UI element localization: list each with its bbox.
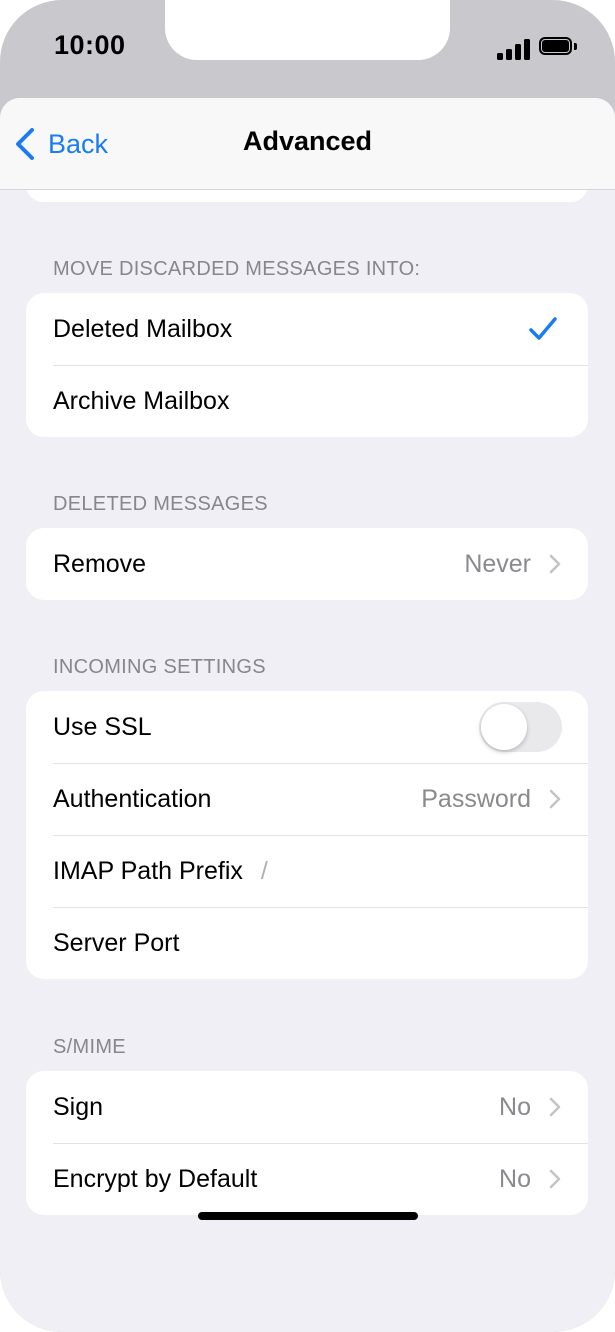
remove-row[interactable]: Remove Never — [26, 528, 588, 600]
checkmark-icon — [529, 317, 557, 340]
home-indicator[interactable] — [198, 1212, 418, 1220]
imap-path-prefix-value[interactable]: / — [261, 857, 268, 885]
server-port-field[interactable]: Server Port — [53, 929, 197, 958]
encrypt-by-default-label: Encrypt by Default — [53, 1164, 258, 1193]
deleted-mailbox-label: Deleted Mailbox — [53, 314, 233, 343]
deleted-mailbox-option[interactable]: Deleted Mailbox — [26, 293, 588, 365]
archive-mailbox-option[interactable]: Archive Mailbox — [26, 365, 588, 437]
sign-value: No — [499, 1092, 531, 1121]
discard-destination-card: Deleted Mailbox Archive Mailbox — [26, 293, 588, 437]
server-port-label: Server Port — [53, 928, 180, 957]
chevron-right-icon — [549, 789, 561, 809]
use-ssl-toggle[interactable] — [479, 702, 562, 752]
imap-path-prefix-label: IMAP Path Prefix — [53, 856, 243, 885]
imap-path-prefix-field[interactable]: IMAP Path Prefix / — [53, 857, 268, 886]
encrypt-by-default-row[interactable]: Encrypt by Default No — [26, 1143, 588, 1215]
phone-frame: 10:00 Back Advanced MOVE DISCARDED MESSA… — [0, 0, 615, 1332]
page-title: Advanced — [242, 126, 373, 156]
authentication-row[interactable]: Authentication Password — [26, 763, 588, 835]
incoming-settings-card: Use SSL Authentication Password IMAP Pat… — [26, 691, 588, 979]
remove-value: Never — [464, 549, 531, 578]
smime-card: Sign No Encrypt by Default No — [26, 1071, 588, 1215]
authentication-label: Authentication — [53, 784, 212, 813]
chevron-right-icon — [549, 1169, 561, 1189]
status-time: 10:00 — [54, 30, 126, 60]
imap-path-prefix-row[interactable]: IMAP Path Prefix / — [26, 835, 588, 907]
archive-mailbox-label: Archive Mailbox — [53, 386, 230, 415]
battery-icon — [539, 37, 577, 57]
section-header-discard: MOVE DISCARDED MESSAGES INTO: — [53, 258, 421, 280]
chevron-right-icon — [549, 554, 561, 574]
remove-label: Remove — [53, 549, 147, 578]
cellular-signal-icon — [497, 38, 531, 60]
toggle-knob — [481, 704, 527, 750]
authentication-value: Password — [421, 784, 531, 813]
notch — [165, 0, 450, 60]
navigation-bar: Back Advanced — [0, 98, 615, 190]
chevron-right-icon — [549, 1097, 561, 1117]
section-header-incoming: INCOMING SETTINGS — [53, 656, 266, 678]
settings-screen: Back Advanced MOVE DISCARDED MESSAGES IN… — [0, 98, 615, 1332]
sign-row[interactable]: Sign No — [26, 1071, 588, 1143]
use-ssl-label: Use SSL — [53, 712, 152, 741]
deleted-messages-card: Remove Never — [26, 528, 588, 600]
sign-label: Sign — [53, 1092, 104, 1121]
encrypt-by-default-value: No — [499, 1164, 531, 1193]
use-ssl-row: Use SSL — [26, 691, 588, 763]
section-header-smime: S/MIME — [53, 1036, 126, 1058]
section-header-deleted: DELETED MESSAGES — [53, 493, 268, 515]
server-port-row[interactable]: Server Port — [26, 907, 588, 979]
